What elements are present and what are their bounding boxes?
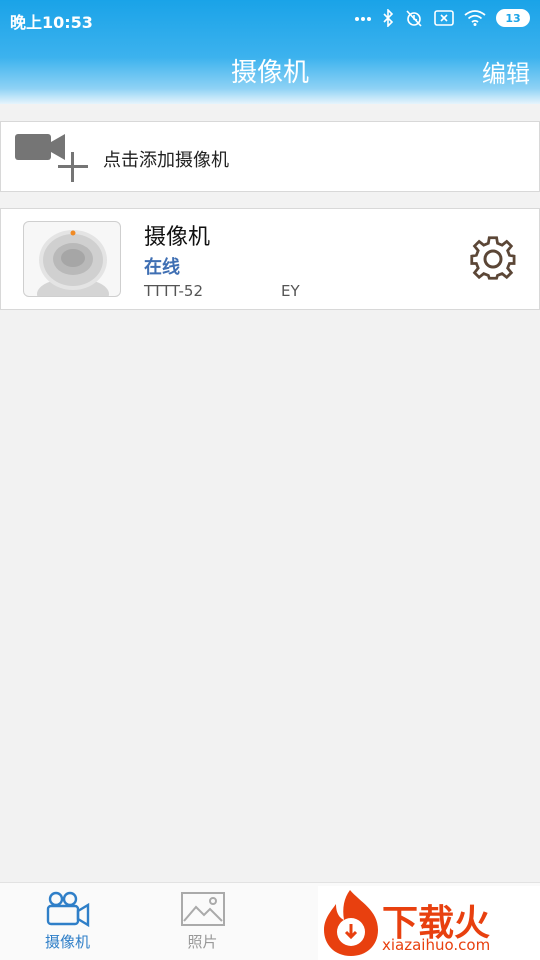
camera-id: TTTT-52 EY: [144, 282, 300, 300]
camera-id-mask: [202, 284, 281, 299]
camera-list-item[interactable]: 摄像机 在线 TTTT-52 EY: [0, 208, 540, 310]
tab-camera-label: 摄像机: [44, 933, 90, 951]
page-title: 摄像机: [230, 58, 309, 88]
settings-gear-icon[interactable]: [469, 235, 517, 287]
add-camera-label: 点击添加摄像机: [103, 150, 229, 171]
status-icons: 13: [354, 8, 530, 28]
sim-off-icon: [434, 10, 454, 26]
flame-logo-icon: [324, 890, 378, 956]
camera-icon: [46, 891, 89, 927]
app-header: 晚上10:53 13 摄像机 编辑: [0, 0, 540, 104]
camera-id-suffix: EY: [280, 282, 300, 300]
tab-camera[interactable]: 摄像机: [0, 883, 135, 960]
camera-thumbnail: [23, 221, 121, 297]
more-dots-icon: [354, 14, 372, 22]
picture-icon: [180, 892, 225, 926]
edit-button[interactable]: 编辑: [482, 54, 530, 89]
status-bar: 晚上10:53 13: [0, 0, 540, 38]
alarm-off-icon: [404, 8, 424, 28]
camera-status: 在线: [144, 257, 180, 278]
add-camera-button[interactable]: 点击添加摄像机: [0, 121, 540, 192]
bluetooth-icon: [382, 9, 394, 27]
watermark-url: xiazaihuo.com: [382, 936, 491, 954]
wifi-icon: [464, 10, 486, 26]
tab-photos[interactable]: 照片: [135, 883, 270, 960]
camera-name: 摄像机: [144, 225, 211, 250]
watermark-logo: 下载火 xiazaihuo.com: [318, 886, 540, 960]
status-time: 晚上10:53: [10, 13, 93, 32]
tab-photos-label: 照片: [187, 933, 218, 951]
camera-id-prefix: TTTT-52: [144, 282, 203, 300]
add-camera-icon: [15, 130, 91, 190]
battery-indicator: 13: [496, 9, 530, 27]
